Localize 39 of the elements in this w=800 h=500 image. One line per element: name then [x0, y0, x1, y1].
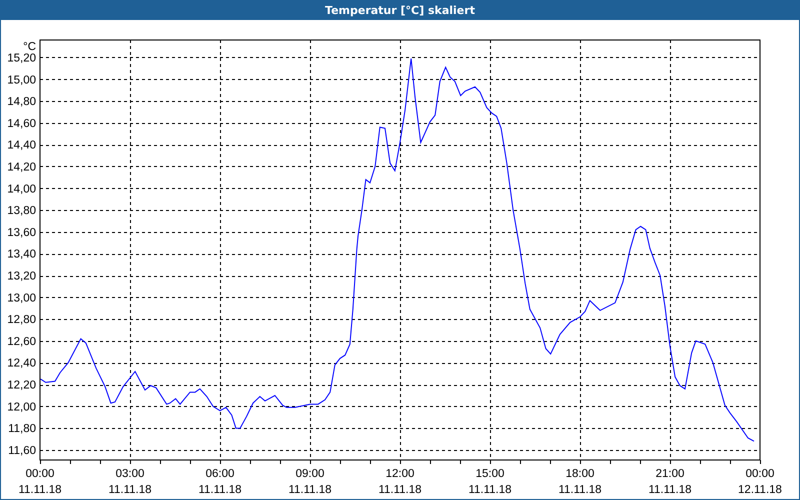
y-tick-label: 15,20: [7, 52, 36, 64]
y-tick-label: 13,80: [7, 205, 36, 218]
x-tick-time: 18:00: [566, 468, 594, 480]
y-tick-label: 12,20: [7, 380, 36, 392]
x-tick-time: 00:00: [26, 468, 54, 480]
y-tick-label: 14,40: [7, 140, 36, 152]
x-tick-time: 21:00: [656, 468, 684, 480]
y-tick-label: 13,60: [7, 226, 36, 239]
x-tick-time: 09:00: [296, 468, 324, 480]
y-tick-label: 15,00: [7, 74, 36, 86]
unit-label: °C: [23, 41, 36, 53]
y-tick-label: 13,20: [7, 270, 36, 283]
y-tick-label: 13,40: [7, 248, 36, 261]
y-tick-label: 14,60: [7, 118, 36, 130]
y-tick-label: 12,80: [7, 314, 36, 326]
y-tick-label: 11,60: [8, 444, 36, 457]
x-tick-date: 11.11.18: [108, 484, 152, 496]
y-tick-label: 12,60: [7, 336, 36, 348]
chart-title: Temperatur [°C] skaliert: [325, 4, 475, 16]
x-tick-date: 11.11.18: [18, 484, 62, 496]
y-tick-label: 12,00: [7, 401, 36, 414]
x-tick-date: 11.11.18: [648, 484, 692, 496]
y-tick-label: 12,40: [7, 358, 36, 370]
x-tick-date: 11.11.18: [288, 484, 332, 496]
x-tick-date: 11.11.18: [378, 484, 422, 496]
x-tick-time: 12:00: [386, 468, 414, 480]
y-tick-label: 13,00: [7, 292, 36, 304]
x-tick-time: 00:00: [746, 468, 774, 480]
x-tick-date: 11.11.18: [198, 484, 242, 496]
x-tick-time: 03:00: [116, 468, 144, 480]
y-tick-label: 14,20: [7, 161, 36, 174]
x-tick-time: 06:00: [206, 468, 234, 480]
x-tick-date: 11.11.18: [558, 484, 602, 496]
y-tick-label: 14,00: [7, 183, 36, 196]
x-tick-time: 15:00: [476, 468, 504, 480]
x-tick-date: 12.11.18: [738, 484, 782, 496]
x-tick-date: 11.11.18: [468, 484, 512, 496]
y-tick-label: 14,80: [7, 96, 36, 108]
y-tick-label: 11,80: [8, 423, 36, 436]
